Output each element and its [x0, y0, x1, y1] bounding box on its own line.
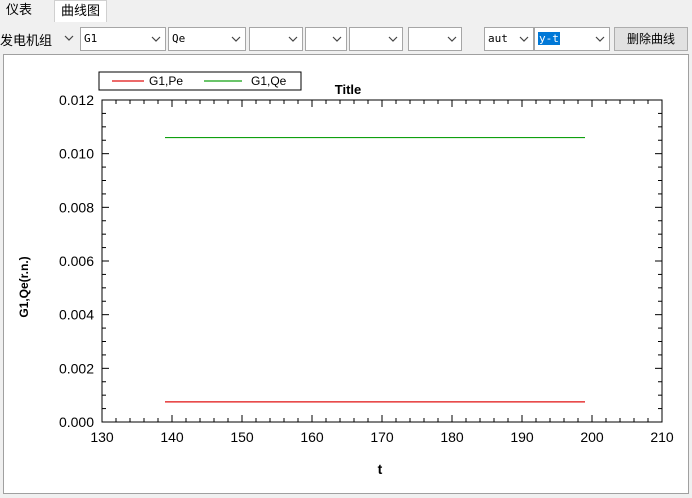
x-tick-label: 180: [440, 429, 464, 445]
select-5[interactable]: [349, 27, 403, 51]
y-tick-label: 0.012: [59, 92, 94, 108]
chevron-down-icon: [447, 36, 457, 42]
quantity-select[interactable]: Qe: [168, 27, 246, 51]
delete-curve-button[interactable]: 删除曲线: [614, 27, 688, 51]
chevron-down-icon: [64, 35, 74, 41]
tab-gauges[interactable]: 仪表: [0, 0, 38, 21]
legend-label-qe: G1,Qe: [251, 74, 287, 88]
x-tick-label: 170: [370, 429, 394, 445]
generator-select[interactable]: G1: [80, 27, 166, 51]
y-tick-label: 0.006: [59, 253, 94, 269]
generator-type-dropdown[interactable]: [56, 27, 78, 51]
x-tick-label: 140: [160, 429, 184, 445]
select-3[interactable]: [249, 27, 303, 51]
chevron-down-icon: [519, 36, 529, 42]
select-6[interactable]: [408, 27, 462, 51]
chevron-down-icon: [332, 36, 342, 42]
chart-title: Title: [335, 82, 362, 97]
chevron-down-icon: [288, 36, 298, 42]
legend: G1,Pe G1,Qe: [98, 71, 302, 91]
y-axis-label: G1,Qe(r.n.): [17, 256, 31, 317]
tab-bar: 仪表 曲线图: [0, 0, 692, 22]
y-tick-label: 0.008: [59, 199, 94, 215]
chevron-down-icon: [388, 36, 398, 42]
generator-label: 发电机组: [0, 34, 53, 49]
chevron-down-icon: [231, 36, 241, 42]
y-tick-label: 0.000: [59, 414, 94, 430]
x-tick-label: 210: [650, 429, 674, 445]
select-4[interactable]: [305, 27, 347, 51]
chevron-down-icon: [151, 36, 161, 42]
x-tick-label: 150: [230, 429, 254, 445]
x-tick-label: 190: [510, 429, 534, 445]
tab-curve[interactable]: 曲线图: [54, 0, 108, 22]
chevron-down-icon: [595, 36, 605, 42]
legend-label-pe: G1,Pe: [149, 74, 183, 88]
x-axis-label: t: [378, 461, 383, 477]
axes-box: [101, 99, 663, 423]
axis-mode-select[interactable]: aut: [484, 27, 534, 51]
y-tick-label: 0.002: [59, 360, 94, 376]
toolbar: 发电机组 G1 Qe aut y-t 删除曲线: [0, 24, 692, 54]
y-tick-label: 0.010: [59, 146, 94, 162]
plot-mode-select[interactable]: y-t: [534, 27, 610, 51]
x-tick-label: 200: [580, 429, 604, 445]
chart: 130 140 150 160 170 180 190 200 210 0.000 0.002 0.0…: [17, 71, 674, 477]
plot-area: 130 140 150 160 170 180 190 200 210 0.000 0.002 0.0…: [3, 54, 689, 494]
y-tick-label: 0.004: [59, 307, 94, 323]
x-tick-label: 160: [300, 429, 324, 445]
x-tick-label: 130: [90, 429, 114, 445]
